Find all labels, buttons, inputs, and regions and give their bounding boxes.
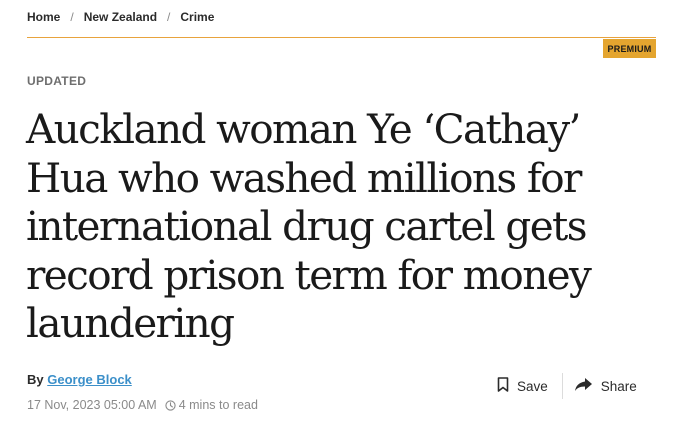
header-divider	[27, 37, 656, 38]
bookmark-icon	[497, 377, 509, 395]
breadcrumb-home[interactable]: Home	[27, 10, 60, 24]
article-actions: Save Share	[497, 372, 637, 400]
save-button[interactable]: Save	[497, 377, 548, 395]
breadcrumb-separator: /	[70, 10, 74, 24]
article-headline: Auckland woman Ye ‘Cathay’ Hua who washe…	[26, 105, 592, 347]
clock-icon	[165, 399, 176, 411]
premium-badge: PREMIUM	[603, 39, 656, 58]
article-meta: 17 Nov, 2023 05:00 AM 4 mins to read	[27, 398, 258, 412]
actions-divider	[561, 373, 563, 399]
breadcrumb-separator: /	[167, 10, 171, 24]
updated-label: UPDATED	[27, 74, 87, 88]
read-time: 4 mins to read	[178, 398, 258, 412]
share-button[interactable]: Share	[574, 377, 637, 395]
publish-date: 17 Nov, 2023 05:00 AM	[27, 398, 157, 412]
share-label: Share	[600, 378, 637, 394]
author-link[interactable]: George Block	[47, 372, 132, 387]
byline-prefix: By	[27, 372, 44, 387]
save-label: Save	[517, 378, 548, 394]
breadcrumb-new-zealand[interactable]: New Zealand	[84, 10, 157, 24]
share-arrow-icon	[574, 377, 593, 395]
breadcrumb: Home / New Zealand / Crime	[27, 9, 214, 25]
breadcrumb-crime[interactable]: Crime	[180, 10, 214, 24]
byline: By George Block	[27, 372, 132, 387]
